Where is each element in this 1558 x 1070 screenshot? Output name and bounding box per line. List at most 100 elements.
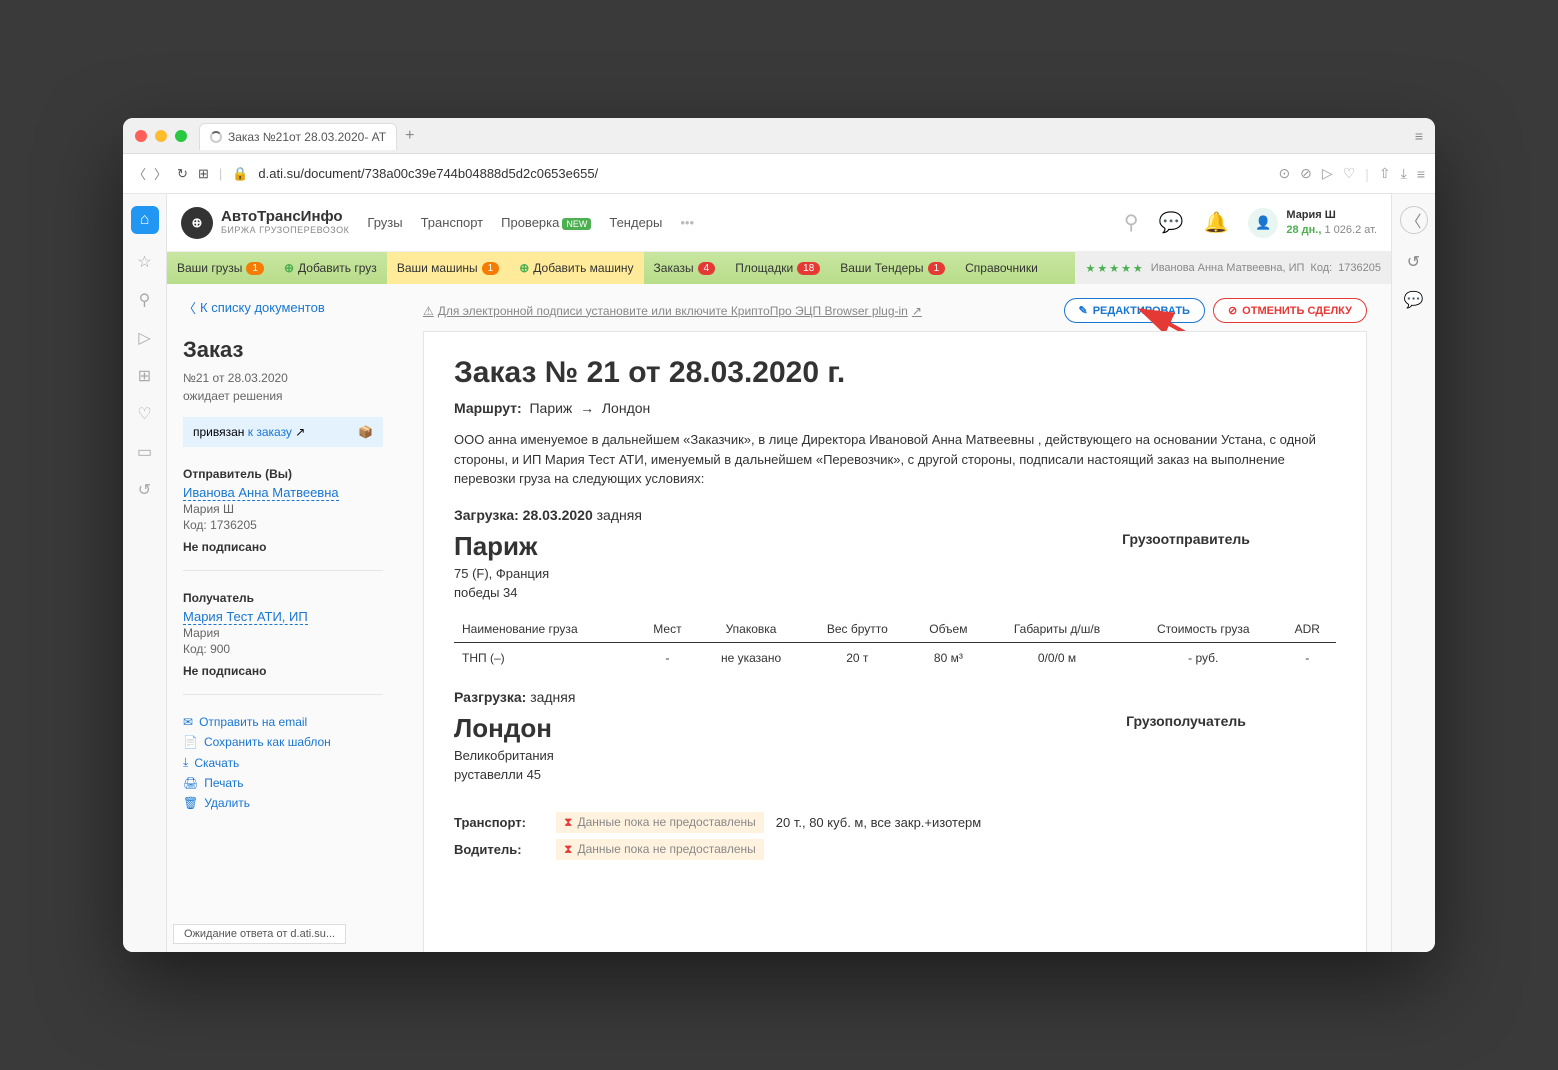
back-button[interactable]: 〈 [133,164,146,183]
consignee-label: Грузополучатель [1036,713,1336,729]
user-menu[interactable]: 👤 Мария Ш 28 дн., 1 026.2 ат. [1248,208,1377,238]
rail-home-icon[interactable]: ⌂ [131,206,159,234]
search-icon[interactable]: ⚲ [1124,210,1139,235]
sender-name-link[interactable]: Иванова Анна Матвеевна [183,485,339,501]
user-name: Мария Ш [1286,208,1377,222]
sidebar-actions: ✉Отправить на email 📄Сохранить как шабло… [183,715,383,810]
window-controls [135,130,187,142]
loading-spinner-icon [210,131,222,143]
action-download[interactable]: ⤓Скачать [183,755,383,770]
cancel-deal-button[interactable]: ⊘ ОТМЕНИТЬ СДЕЛКУ [1213,298,1367,323]
chat-icon[interactable]: 💬 [1159,210,1184,235]
intro-paragraph: ООО анна именуемое в дальнейшем «Заказчи… [454,430,1336,489]
titlebar: Заказ №21от 28.03.2020- AT + ≡ [123,118,1435,154]
nav-transport[interactable]: Транспорт [421,215,484,230]
document-panel: ⚠ Для электронной подписи установите или… [399,284,1391,952]
rating-stars-icon: ★★★★★ [1085,262,1144,275]
chat-bubble-icon[interactable]: 💬 [1404,290,1424,310]
tab-title: Заказ №21от 28.03.2020- AT [228,130,386,144]
logo-subtitle: БИРЖА ГРУЗОПЕРЕВОЗОК [221,226,349,236]
download-icon: ⤓ [183,755,188,770]
subnav-user-info: ★★★★★ Иванова Анна Матвеевна, ИП Код: 17… [1075,252,1391,284]
site-header: ⊕ АвтоТрансИнфо БИРЖА ГРУЗОПЕРЕВОЗОК Гру… [167,194,1391,252]
trash-icon: 🗑 [183,796,198,810]
nav-tenders[interactable]: Тендеры [609,215,662,230]
subnav-reference[interactable]: Справочники [955,252,1048,284]
status-bar: Ожидание ответа от d.ati.su... [173,924,346,944]
receiver-block: Получатель Мария Тест АТИ, ИП Мария Код:… [183,591,383,695]
rail-heart-icon[interactable]: ♡ [137,404,151,424]
bell-icon[interactable]: 🔔 [1203,210,1228,235]
menu-icon[interactable]: ≡ [1417,166,1425,182]
driver-missing-badge: ⧗Данные пока не предоставлены [556,839,764,860]
print-icon: 🖨 [183,776,198,790]
nav-more-icon[interactable]: ••• [680,215,694,230]
route-line: Маршрут: Париж → Лондон [454,400,1336,416]
hourglass-icon: ⧗ [564,815,572,830]
address-bar[interactable]: d.ati.su/document/738a00c39e744b04888d5d… [258,166,598,181]
minimize-window[interactable] [155,130,167,142]
doc-title: Заказ № 21 от 28.03.2020 г. [454,356,1336,390]
sender-block: Отправитель (Вы) Иванова Анна Матвеевна … [183,467,383,571]
action-template[interactable]: 📄Сохранить как шаблон [183,735,383,749]
rail-apps-icon[interactable]: ⊞ [138,366,151,386]
new-badge: NEW [562,218,591,230]
unloading-city: Лондон [454,713,552,744]
cargo-table: Наименование грузаМестУпаковкаВес брутто… [454,616,1336,673]
subnav-platforms[interactable]: Площадки18 [725,252,830,284]
nav-cargo[interactable]: Грузы [367,215,402,230]
tabs-menu-icon[interactable]: ≡ [1415,128,1423,144]
subnav-your-trucks[interactable]: Ваши машины1 [387,252,509,284]
rail-history-icon[interactable]: ↺ [138,480,151,500]
logo[interactable]: ⊕ АвтоТрансИнфо БИРЖА ГРУЗОПЕРЕВОЗОК [181,207,349,239]
package-icon: 📦 [358,425,373,439]
apps-icon[interactable]: ⊞ [198,166,209,182]
subnav-add-truck[interactable]: ⊕Добавить машину [509,252,643,284]
action-print[interactable]: 🖨Печать [183,776,383,790]
camera-icon[interactable]: ⊙ [1278,165,1290,182]
browser-right-rail: 〈 ↺ 💬 [1391,194,1435,952]
loading-city: Париж [454,531,537,562]
sidebar-title: Заказ [183,337,383,363]
edit-button[interactable]: ✎ РЕДАКТИРОВАТЬ [1064,298,1205,323]
action-email[interactable]: ✉Отправить на email [183,715,383,729]
close-window[interactable] [135,130,147,142]
action-delete[interactable]: 🗑Удалить [183,796,383,810]
subnav-your-tenders[interactable]: Ваши Тендеры1 [830,252,955,284]
logo-title: АвтоТрансИнфо [221,209,349,226]
crypto-warning-link[interactable]: ⚠ Для электронной подписи установите или… [423,304,922,318]
lock-icon: 🔒 [232,166,248,182]
share-icon[interactable]: ⇧ [1379,165,1391,182]
subnav-add-cargo[interactable]: ⊕Добавить груз [274,252,387,284]
hourglass-icon: ⧗ [564,842,572,857]
browser-toolbar: 〈 〉 ↻ ⊞ | 🔒 d.ati.su/document/738a00c39e… [123,154,1435,194]
history-icon[interactable]: ↺ [1407,252,1420,272]
heart-icon[interactable]: ♡ [1343,165,1356,182]
forward-button[interactable]: 〉 [154,164,167,183]
play-icon[interactable]: ▷ [1322,165,1333,182]
shipper-label: Грузоотправитель [1036,531,1336,547]
order-status: ожидает решения [183,387,383,405]
rail-send-icon[interactable]: ▷ [138,328,150,348]
browser-tab[interactable]: Заказ №21от 28.03.2020- AT [199,123,397,150]
receiver-name-link[interactable]: Мария Тест АТИ, ИП [183,609,308,625]
order-number: №21 от 28.03.2020 [183,369,383,387]
new-tab-button[interactable]: + [405,127,414,145]
rail-favorite-icon[interactable]: ☆ [137,252,151,272]
main-nav: Грузы Транспорт ПроверкаNEW Тендеры ••• [367,215,694,230]
linked-order[interactable]: привязан к заказу ↗ 📦 [183,417,383,447]
rail-news-icon[interactable]: ▭ [137,442,152,462]
logo-icon: ⊕ [181,207,213,239]
maximize-window[interactable] [175,130,187,142]
download-icon[interactable]: ⤓ [1401,165,1407,182]
subnav-orders[interactable]: Заказы4 [644,252,726,284]
shield-icon[interactable]: ⊘ [1300,165,1312,182]
subnav-your-cargo[interactable]: Ваши грузы1 [167,252,274,284]
nav-check[interactable]: ПроверкаNEW [501,215,591,230]
back-to-list-link[interactable]: 〈 К списку документов [183,298,383,317]
table-row: ТНП (–)-не указано20 т80 м³0/0/0 м- руб.… [454,642,1336,673]
rail-search-icon[interactable]: ⚲ [139,290,151,310]
sidebar: 〈 К списку документов Заказ №21 от 28.03… [167,284,399,952]
reload-button[interactable]: ↻ [177,166,188,182]
collapse-panel-icon[interactable]: 〈 [1400,206,1428,234]
